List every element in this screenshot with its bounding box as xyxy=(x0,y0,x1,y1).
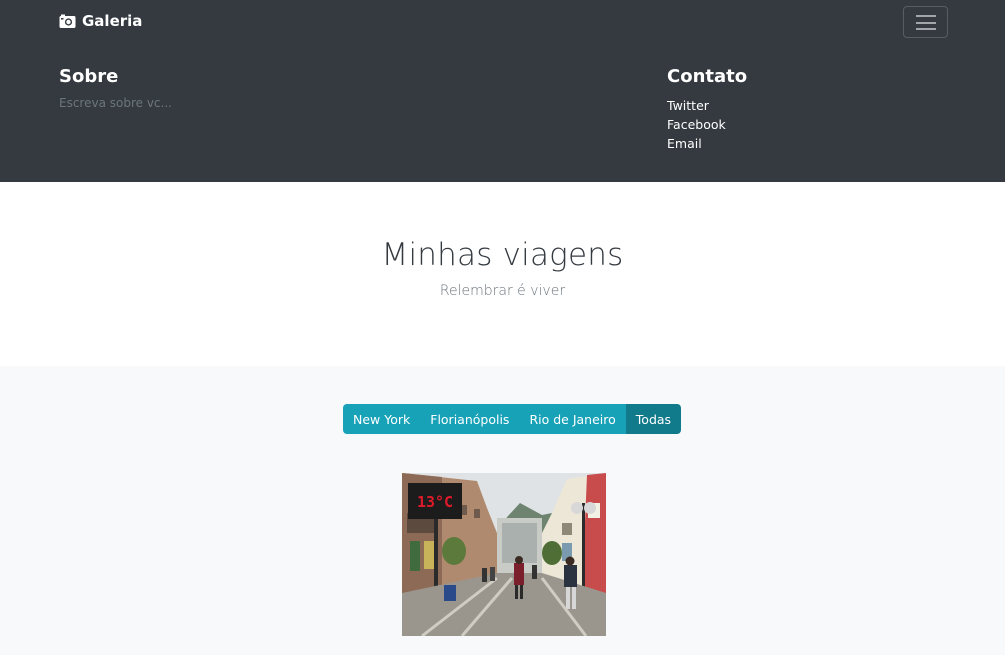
about-title: Sobre xyxy=(59,66,119,87)
about-section: Sobre Escreva sobre vc... xyxy=(59,66,172,110)
camera-icon xyxy=(59,14,76,28)
hamburger-icon xyxy=(916,15,936,30)
gallery-section: New York Florianópolis Rio de Janeiro To… xyxy=(0,366,1005,655)
filter-rio-de-janeiro-button[interactable]: Rio de Janeiro xyxy=(519,404,626,434)
filter-todas-button[interactable]: Todas xyxy=(625,404,682,434)
temperature-text: 13°C xyxy=(417,493,453,511)
about-text: Escreva sobre vc... xyxy=(59,96,172,110)
filter-button-group: New York Florianópolis Rio de Janeiro To… xyxy=(343,404,682,434)
street-photo-image: 13°C xyxy=(402,473,606,636)
contact-title: Contato xyxy=(667,66,748,87)
hero-section: Minhas viagens Relembrar é viver xyxy=(0,182,1005,366)
email-link[interactable]: Email xyxy=(667,136,702,151)
twitter-link[interactable]: Twitter xyxy=(667,98,709,113)
navbar: Galeria xyxy=(0,0,1005,44)
facebook-link[interactable]: Facebook xyxy=(667,117,726,132)
filter-new-york-button[interactable]: New York xyxy=(343,404,421,434)
navbar-brand[interactable]: Galeria xyxy=(59,12,142,30)
contact-section: Contato Twitter Facebook Email xyxy=(667,66,747,153)
hero-subtitle: Relembrar é viver xyxy=(439,283,566,299)
hero-title: Minhas viagens xyxy=(381,237,624,273)
gallery-photo[interactable]: 13°C xyxy=(402,473,606,636)
filter-florianopolis-button[interactable]: Florianópolis xyxy=(420,404,520,434)
header-collapse: Galeria Sobre Escreva sobre vc... Contat… xyxy=(0,0,1005,182)
navbar-toggler-button[interactable] xyxy=(903,6,948,38)
contact-list: Twitter Facebook Email xyxy=(667,96,747,153)
brand-label: Galeria xyxy=(82,12,143,30)
